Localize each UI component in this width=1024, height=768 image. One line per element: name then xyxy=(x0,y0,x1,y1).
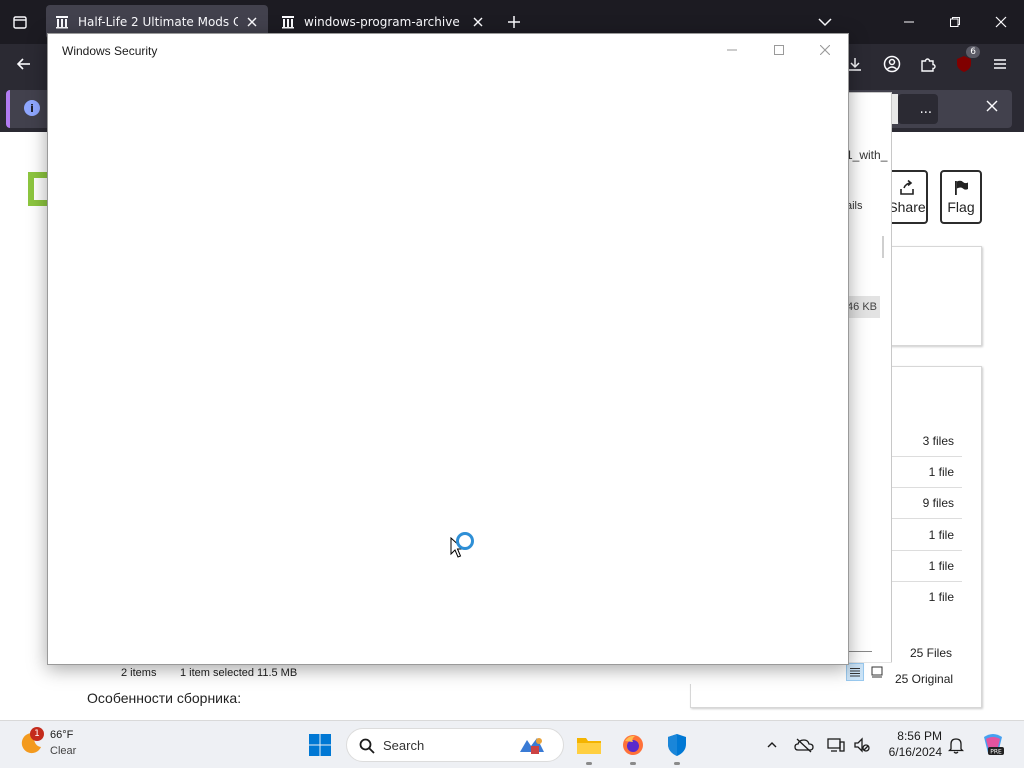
new-tab-button[interactable] xyxy=(502,10,526,34)
large-icons-view-icon[interactable] xyxy=(868,663,886,681)
clock-time[interactable]: 8:56 PM xyxy=(880,729,942,743)
running-indicator xyxy=(630,762,636,765)
archive-favicon-icon xyxy=(56,16,68,29)
explorer-file-size: 46 KB xyxy=(846,296,880,318)
dialog-close-button[interactable] xyxy=(811,40,839,60)
running-indicator xyxy=(586,762,592,765)
flag-icon xyxy=(955,180,968,195)
taskbar-search-box[interactable]: Search xyxy=(346,728,564,762)
back-arrow-icon[interactable] xyxy=(12,52,36,76)
onedrive-sync-off-icon[interactable] xyxy=(794,735,814,755)
weather-temperature: 66°F xyxy=(50,729,74,741)
firefox-view-icon[interactable] xyxy=(8,10,32,34)
share-label: Share xyxy=(888,199,926,215)
busy-spinner-icon xyxy=(456,532,474,550)
explorer-divider xyxy=(848,651,872,652)
flag-label: Flag xyxy=(947,199,975,215)
clock-date[interactable]: 6/16/2024 xyxy=(870,745,942,759)
dialog-maximize-button[interactable] xyxy=(765,40,793,60)
running-indicator xyxy=(674,762,680,765)
page-body-text: Особенности сборника: xyxy=(87,690,242,706)
ublock-extension-icon[interactable]: 6 xyxy=(952,46,980,76)
start-windows-icon[interactable] xyxy=(306,731,334,759)
svg-text:PRE: PRE xyxy=(990,749,1002,756)
explorer-status-bar: 2 items 1 item selected 11.5 MB xyxy=(108,662,892,684)
explorer-path-fragment: 1_with_ xyxy=(846,148,888,162)
firefox-icon[interactable] xyxy=(619,731,647,759)
tab-close-icon[interactable] xyxy=(244,14,260,30)
archive-favicon-icon xyxy=(282,16,294,29)
windows-taskbar: 1 66°F Clear Search 8:56 PM 6/16/2024 PR… xyxy=(0,720,1024,768)
windows-security-dialog: Windows Security xyxy=(47,33,849,665)
notification-dismiss-icon[interactable] xyxy=(986,100,1004,118)
browser-close-button[interactable] xyxy=(986,8,1016,36)
weather-alert-badge: 1 xyxy=(30,727,44,741)
explorer-scrollbar[interactable] xyxy=(882,236,884,258)
hamburger-menu-icon[interactable] xyxy=(988,52,1012,76)
extension-badge: 6 xyxy=(966,46,980,58)
summary-original[interactable]: 25 Original xyxy=(895,672,953,686)
tab-close-icon[interactable] xyxy=(470,14,486,30)
account-icon[interactable] xyxy=(880,52,904,76)
file-explorer-icon[interactable] xyxy=(575,731,603,759)
dialog-title: Windows Security xyxy=(62,44,158,58)
windows-security-shield-icon[interactable] xyxy=(663,731,691,759)
info-icon: i xyxy=(24,100,40,116)
weather-condition: Clear xyxy=(50,745,77,757)
copilot-pre-icon[interactable]: PRE xyxy=(980,734,1006,756)
browser-minimize-button[interactable] xyxy=(894,8,924,36)
share-button[interactable]: Share xyxy=(886,170,928,224)
status-item-count: 2 items xyxy=(121,667,157,679)
browser-restore-button[interactable] xyxy=(940,8,970,36)
search-highlight-icon xyxy=(520,738,544,754)
show-hidden-icons-chevron-icon[interactable] xyxy=(762,735,782,755)
list-all-tabs-icon[interactable] xyxy=(814,12,836,32)
search-icon xyxy=(359,738,375,754)
dialog-minimize-button[interactable] xyxy=(718,40,746,60)
flag-button[interactable]: Flag xyxy=(940,170,982,224)
network-display-icon[interactable] xyxy=(826,735,846,755)
tab-title: windows-program-archive dire xyxy=(304,15,464,29)
notification-action-button[interactable]: ... xyxy=(898,94,938,124)
notification-bell-icon[interactable] xyxy=(946,735,966,755)
details-view-icon[interactable] xyxy=(846,663,864,681)
summary-files[interactable]: 25 Files xyxy=(910,646,952,660)
volume-muted-icon[interactable] xyxy=(852,735,872,755)
tab-title: Half-Life 2 Ultimate Mods Colle xyxy=(78,15,238,29)
share-icon xyxy=(900,179,914,195)
search-label: Search xyxy=(383,738,425,753)
extensions-puzzle-icon[interactable] xyxy=(916,52,940,76)
status-selection: 1 item selected 11.5 MB xyxy=(180,667,298,679)
